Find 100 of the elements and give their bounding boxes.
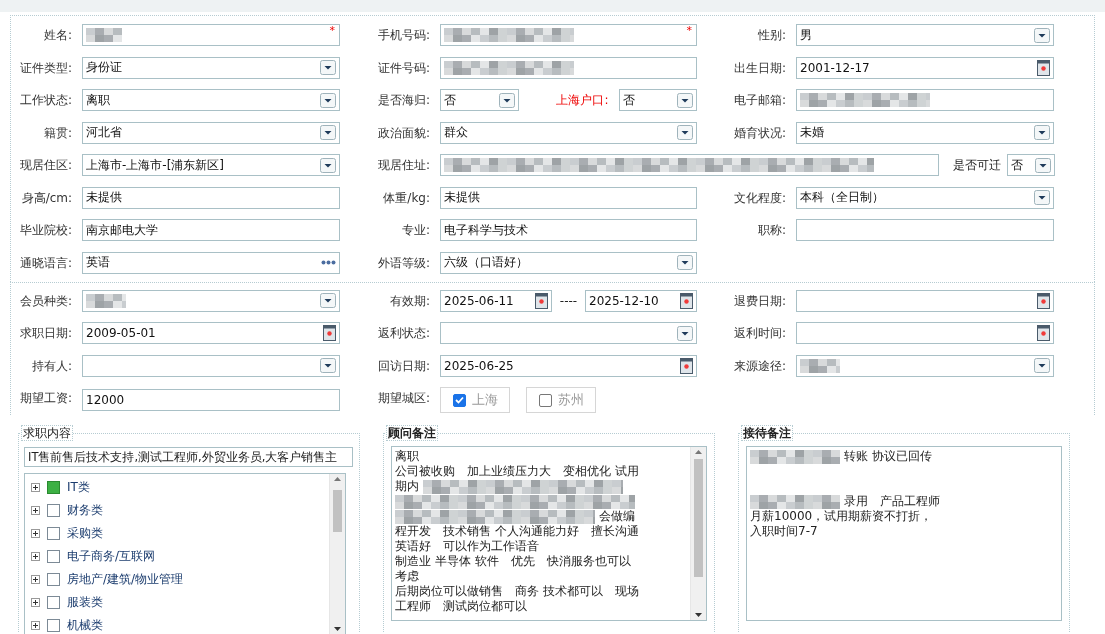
expand-icon[interactable]	[31, 621, 40, 630]
field-label: 毕业院校:	[18, 222, 73, 239]
dropdown-field[interactable]: 否	[1007, 154, 1055, 176]
scroll-thumb[interactable]	[333, 490, 342, 532]
scroll-up-icon[interactable]	[695, 450, 702, 454]
checkbox[interactable]	[538, 393, 552, 407]
text-field[interactable]	[796, 219, 1054, 241]
field-value: 否	[444, 91, 457, 109]
text-field[interactable]	[440, 56, 697, 79]
dropdown-field[interactable]	[82, 289, 340, 312]
panel-title: 接待备注	[741, 425, 793, 441]
calendar-icon[interactable]	[535, 292, 548, 309]
tree-item[interactable]: 财务类	[25, 499, 329, 522]
scroll-down-icon[interactable]	[334, 627, 341, 631]
text-field[interactable]: 12000	[82, 389, 340, 411]
checkbox[interactable]	[47, 573, 60, 586]
expand-icon[interactable]	[31, 552, 40, 561]
date-field[interactable]	[796, 289, 1054, 312]
tree-item[interactable]: 服装类	[25, 591, 329, 614]
scrollbar[interactable]	[690, 447, 706, 620]
text-field[interactable]: 南京邮电大学	[82, 219, 340, 241]
field-value: 2009-05-01	[86, 326, 157, 340]
scroll-down-icon[interactable]	[695, 613, 702, 617]
scroll-thumb[interactable]	[694, 459, 703, 577]
field-value: 英语	[86, 254, 111, 271]
text-field[interactable]: *	[440, 24, 697, 46]
dropdown-field[interactable]: 本科（全日制）	[796, 186, 1054, 209]
text-field[interactable]	[440, 154, 939, 176]
field-label: 有效期:	[388, 292, 431, 310]
dropdown-field[interactable]	[796, 354, 1054, 377]
note-text: 英语好 可以作为工作语音	[395, 539, 539, 554]
field-label: 返利状态:	[376, 325, 431, 342]
checkbox[interactable]	[47, 550, 60, 563]
calendar-icon[interactable]	[1037, 59, 1050, 76]
field-label: 性别:	[756, 27, 787, 44]
text-field[interactable]: 未提供	[440, 186, 697, 209]
date-field[interactable]: 2025-06-11	[440, 289, 552, 312]
checkbox[interactable]	[47, 504, 60, 517]
notes-textarea[interactable]: 转账 协议已回传 录用 产品工程师 月薪10000，试用期薪资不打折， 入职时间7-7	[746, 446, 1062, 621]
dropdown-field[interactable]: 河北省	[82, 121, 340, 144]
notes-textarea[interactable]: 离职 公司被收购 加上业绩压力大 变相优化 试用 期内 会做编 程开发 技术销售 个人沟通能力好 擅长沟通 英语好 可以作为工作语音 制造业 半导体 软件 优先 快消服务也可以 考虑 后期岗位可以做销售 商务 技术都可以 现场 工程师 测试岗位都可以	[391, 446, 707, 621]
field-label: 婚育状况:	[732, 124, 787, 142]
checkbox[interactable]	[47, 619, 60, 632]
range-separator: ----	[558, 293, 579, 308]
tree-item[interactable]: 采购类	[25, 522, 329, 545]
calendar-icon[interactable]	[323, 325, 336, 341]
more-icon[interactable]	[321, 260, 336, 265]
expand-icon[interactable]	[31, 506, 40, 515]
checkbox[interactable]	[47, 596, 60, 609]
dropdown-field[interactable]: 身份证	[82, 56, 340, 79]
tree-item[interactable]: 房地产/建筑/物业管理	[25, 568, 329, 591]
note-text: 期内	[395, 479, 419, 494]
text-field[interactable]: *	[82, 24, 340, 46]
expand-icon[interactable]	[31, 529, 40, 538]
dropdown-field[interactable]: 上海市-上海市-[浦东新区]	[82, 154, 340, 176]
field-label: 来源途径:	[732, 357, 787, 375]
checkbox[interactable]	[47, 527, 60, 540]
dropdown-field[interactable]	[440, 322, 697, 344]
tree-item[interactable]: 机械类	[25, 614, 329, 634]
dropdown-field[interactable]: 男	[796, 24, 1054, 46]
scrollbar[interactable]	[329, 474, 345, 634]
dropdown-field[interactable]: 群众	[440, 121, 697, 144]
expand-icon[interactable]	[31, 483, 40, 492]
text-field[interactable]: 英语	[82, 251, 340, 274]
dropdown-field[interactable]: 否	[618, 89, 697, 111]
dropdown-field[interactable]	[82, 354, 340, 377]
calendar-icon[interactable]	[1037, 292, 1050, 309]
date-field[interactable]	[796, 322, 1054, 344]
date-field[interactable]: 2025-06-25	[440, 354, 697, 377]
field-value: 男	[800, 26, 813, 44]
dropdown-field[interactable]: 离职	[82, 89, 340, 111]
date-field[interactable]: 2009-05-01	[82, 322, 340, 344]
field-value: 上海市-上海市-[浦东新区]	[86, 156, 226, 174]
calendar-icon[interactable]	[680, 357, 693, 374]
field-label: 姓名:	[42, 27, 73, 44]
text-field[interactable]	[796, 89, 1054, 111]
calendar-icon[interactable]	[1037, 325, 1050, 341]
dropdown-field[interactable]: 未婚	[796, 121, 1054, 144]
expand-icon[interactable]	[31, 575, 40, 584]
calendar-icon[interactable]	[680, 292, 693, 309]
field-value: 未提供	[86, 189, 123, 206]
checkbox[interactable]	[452, 393, 466, 407]
field-label: 籍贯:	[42, 124, 73, 142]
date-field[interactable]: 2025-12-10	[585, 289, 697, 312]
tree-item[interactable]: IT类	[25, 476, 329, 499]
dropdown-field[interactable]: 否	[440, 89, 519, 111]
text-field[interactable]: 未提供	[82, 186, 340, 209]
dropdown-field[interactable]: 六级（口语好）	[440, 251, 697, 274]
text-field[interactable]: 电子科学与技术	[440, 219, 697, 241]
note-text: 入职时间7-7	[750, 524, 818, 539]
note-text: 转账 协议已回传	[844, 449, 932, 464]
text-field[interactable]: IT售前售后技术支持,测试工程师,外贸业务员,大客户销售主	[24, 447, 353, 467]
scroll-up-icon[interactable]	[334, 477, 341, 481]
note-text: 考虑	[395, 569, 419, 584]
checkbox[interactable]	[47, 481, 60, 494]
date-field[interactable]: 2001-12-17	[796, 56, 1054, 79]
expand-icon[interactable]	[31, 598, 40, 607]
field-label: 退费日期:	[732, 292, 787, 310]
required-mark: *	[329, 25, 335, 37]
tree-item[interactable]: 电子商务/互联网	[25, 545, 329, 568]
